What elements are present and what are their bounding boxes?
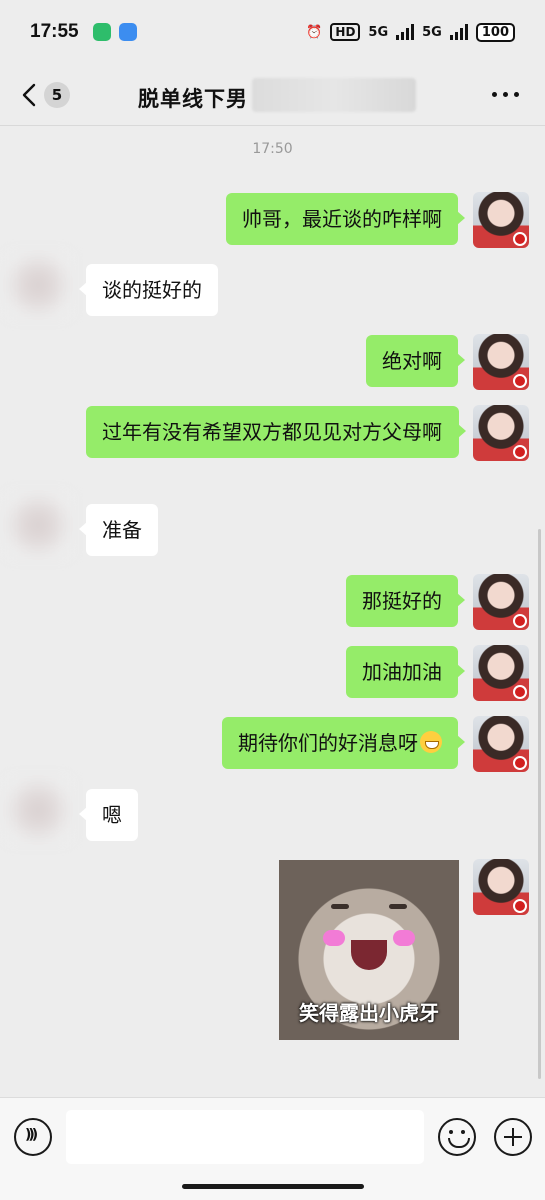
more-options-icon[interactable] [492,92,519,97]
scrollbar[interactable] [538,529,541,1079]
chat-title: 脱单线下男 [138,87,248,111]
chat-messages[interactable]: 17:50 帅哥，最近谈的咋样啊 谈的挺好的 绝对啊 过年有没有希望双方都见见对… [0,127,545,1097]
my-avatar[interactable] [473,574,529,630]
contact-avatar[interactable] [6,493,70,557]
my-avatar[interactable] [473,405,529,461]
my-avatar[interactable] [473,716,529,772]
my-message-bubble[interactable]: 加油加油 [346,646,465,698]
my-avatar[interactable] [473,334,529,390]
sticker-caption: 笑得露出小虎牙 [299,1001,439,1025]
contact-avatar[interactable] [6,253,70,317]
my-avatar[interactable] [473,645,529,701]
sticker-eye [331,904,349,909]
avatar-badge-icon [513,899,527,913]
avatar-badge-icon [513,685,527,699]
sticker-cheek [323,930,345,946]
avatar-badge-icon [513,232,527,246]
hd-badge: HD [330,23,361,41]
my-message-bubble[interactable]: 帅哥，最近谈的咋样啊 [226,193,465,245]
unread-count-badge[interactable]: 5 [44,82,70,108]
contact-message-bubble[interactable]: 谈的挺好的 [79,264,218,316]
status-indicators: ⏰ HD 5G 5G 100 [306,22,515,42]
message-timestamp: 17:50 [252,141,293,157]
back-arrow-icon[interactable] [18,82,42,108]
contact-message-bubble[interactable]: 准备 [79,504,158,556]
voice-icon[interactable] [14,1118,52,1156]
app-notification-icon [92,23,111,41]
my-message-bubble[interactable]: 那挺好的 [346,575,465,627]
signal-icon-2 [449,24,468,40]
my-avatar[interactable] [473,859,529,915]
contact-message-bubble[interactable]: 嗯 [79,789,138,841]
message-input[interactable] [66,1110,424,1164]
sticker-cheek [393,930,415,946]
avatar-badge-icon [513,614,527,628]
alarm-icon: ⏰ [306,24,323,40]
my-message-bubble[interactable]: 绝对啊 [366,335,465,387]
my-avatar[interactable] [473,192,529,248]
emoji-icon[interactable] [438,1118,476,1156]
chat-header: 5 脱单线下男 [0,64,545,126]
avatar-badge-icon [513,756,527,770]
home-indicator[interactable] [182,1184,364,1189]
grinning-emoji-icon [420,731,442,753]
input-bar [0,1097,545,1200]
sticker-eye [389,904,407,909]
message-text: 期待你们的好消息呀 [238,731,418,755]
contact-avatar[interactable] [6,778,70,842]
signal-icon-1 [396,24,415,40]
network-label-1: 5G [368,24,389,40]
redacted-title-blur [252,78,416,112]
weather-notification-icon [118,23,137,41]
my-message-bubble[interactable]: 过年有没有希望双方都见见对方父母啊 [86,406,466,458]
status-time: 17:55 [30,21,79,42]
battery-icon: 100 [475,22,515,42]
sticker-mouth [351,940,387,970]
network-label-2: 5G [422,24,442,40]
avatar-badge-icon [513,445,527,459]
status-bar: 17:55 ⏰ HD 5G 5G 100 [0,0,545,64]
plus-icon[interactable] [494,1118,532,1156]
my-message-bubble[interactable]: 期待你们的好消息呀 [222,717,465,769]
avatar-badge-icon [513,374,527,388]
cat-sticker-image[interactable]: 笑得露出小虎牙 [279,860,459,1040]
